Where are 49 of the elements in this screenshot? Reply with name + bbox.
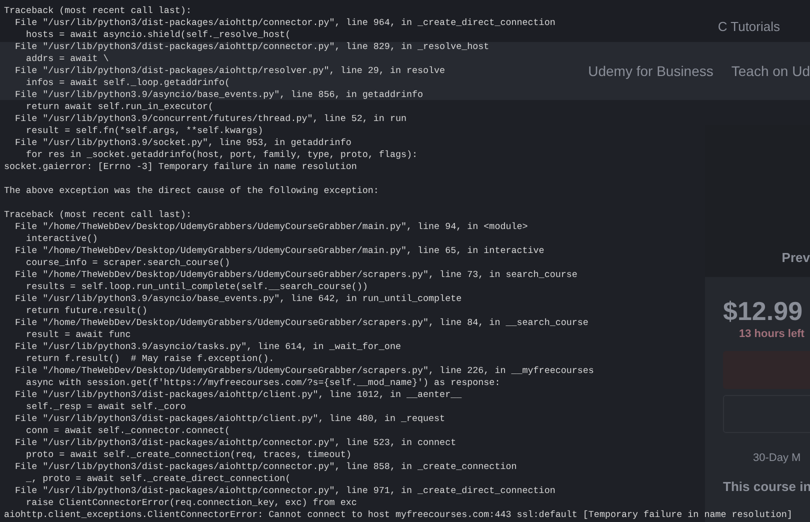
terminal-line: File "/home/TheWebDev/Desktop/UdemyGrabbers/UdemyCourseGrabber/main.py", line 65, in interactive [14,245,544,257]
time-left: 13 hours left [739,327,804,341]
terminal-line: Traceback (most recent call last): [4,209,192,221]
terminal-line: raise ClientConnectorError(req.connection_key, exc) from exc [25,497,357,509]
terminal-line: _, proto = await self._create_direct_connection( [25,473,291,485]
terminal-line: results = self.loop.run_until_complete(self.__search_course()) [25,281,368,293]
price: $12.99 [723,295,803,327]
nav-link[interactable]: Teach on Ud [731,60,810,82]
terminal-line: File "/home/TheWebDev/Desktop/UdemyGrabbers/UdemyCourseGrabber/scrapers.py", line 226, in __myfreecourses [14,365,594,377]
bookmark-link[interactable]: C Tutorials [718,16,780,36]
terminal-line: return await self.run_in_executor( [25,101,214,113]
terminal-line: proto = await self._create_connection(req, traces, timeout) [25,449,352,461]
terminal-line: File "/usr/lib/python3.9/concurrent/futures/thread.py", line 52, in run [14,113,406,125]
terminal-line: interactive() [25,233,98,245]
terminal-line: File "/usr/lib/python3/dist-packages/aiohttp/connector.py", line 971, in _create_direct_connection [14,485,556,497]
terminal-line: infos = await self._loop.getaddrinfo( [25,77,230,89]
terminal-line: File "/home/TheWebDev/Desktop/UdemyGrabbers/UdemyCourseGrabber/scrapers.py", line 73, in search_course [14,269,578,281]
preview-label: Prev [782,248,810,266]
terminal-line: File "/usr/lib/python3/dist-packages/aiohttp/connector.py", line 523, in connect [14,437,456,449]
terminal-line: File "/usr/lib/python3/dist-packages/aiohttp/resolver.py", line 29, in resolve [14,65,446,77]
section-title: This course in [723,479,810,495]
terminal-line: The above exception was the direct cause of the following exception: [4,185,379,197]
nav-link[interactable]: Udemy for Business [588,60,714,82]
terminal-line: hosts = await asyncio.shield(self._resolve_host( [25,29,291,41]
terminal-line: async with session.get(f'https://myfreecourses.com/?s={self.__mod_name}') as response: [25,377,500,389]
terminal-line: aiohttp.client_exceptions.ClientConnectorError: Cannot connect to host myfreecourses.com:443 ssl:default [Temporary failure in name resolution] [4,509,792,521]
terminal-line: return future.result() [25,305,148,317]
terminal-line: File "/usr/lib/python3/dist-packages/aiohttp/client.py", line 1012, in __aenter__ [14,389,462,401]
terminal-line: result = self.fn(*self.args, **self.kwargs) [25,125,264,137]
terminal-line: File "/home/TheWebDev/Desktop/UdemyGrabbers/UdemyCourseGrabber/main.py", line 94, in <module> [14,221,528,233]
terminal-line: return f.result() # May raise f.exception(). [25,353,274,365]
terminal-line: File "/home/TheWebDev/Desktop/UdemyGrabbers/UdemyCourseGrabber/scrapers.py", line 84, in __search_course [14,317,588,329]
terminal-line: File "/usr/lib/python3.9/asyncio/base_events.py", line 642, in run_until_complete [14,293,462,305]
terminal-line: File "/usr/lib/python3/dist-packages/aiohttp/connector.py", line 964, in _create_direct_connection [14,17,556,29]
terminal-line: for res in _socket.getaddrinfo(host, port, family, type, proto, flags): [25,149,418,161]
terminal-line: File "/usr/lib/python3.9/socket.py", line 953, in getaddrinfo [14,137,352,149]
terminal-line: addrs = await \ [25,53,109,65]
terminal-line: Traceback (most recent call last): [4,5,192,17]
terminal-line: File "/usr/lib/python3.9/asyncio/base_events.py", line 856, in getaddrinfo [14,89,424,101]
terminal-line: File "/usr/lib/python3.9/asyncio/tasks.py", line 614, in _wait_for_one [14,341,401,353]
terminal-line: self._resp = await self._coro [25,401,186,413]
guarantee-text: 30-Day M [753,451,801,465]
terminal-line: File "/usr/lib/python3/dist-packages/aiohttp/client.py", line 480, in _request [14,413,446,425]
terminal-line: File "/usr/lib/python3/dist-packages/aiohttp/connector.py", line 858, in _create_connection [14,461,517,473]
terminal-line: socket.gaierror: [Errno -3] Temporary failure in name resolution [4,161,357,173]
terminal-line: File "/usr/lib/python3/dist-packages/aiohttp/connector.py", line 829, in _resolve_host [14,41,490,53]
terminal-line: result = await func [25,329,131,341]
terminal-line: conn = await self._connector.connect( [25,425,230,437]
terminal-line: course_info = scraper.search_course() [25,257,230,269]
